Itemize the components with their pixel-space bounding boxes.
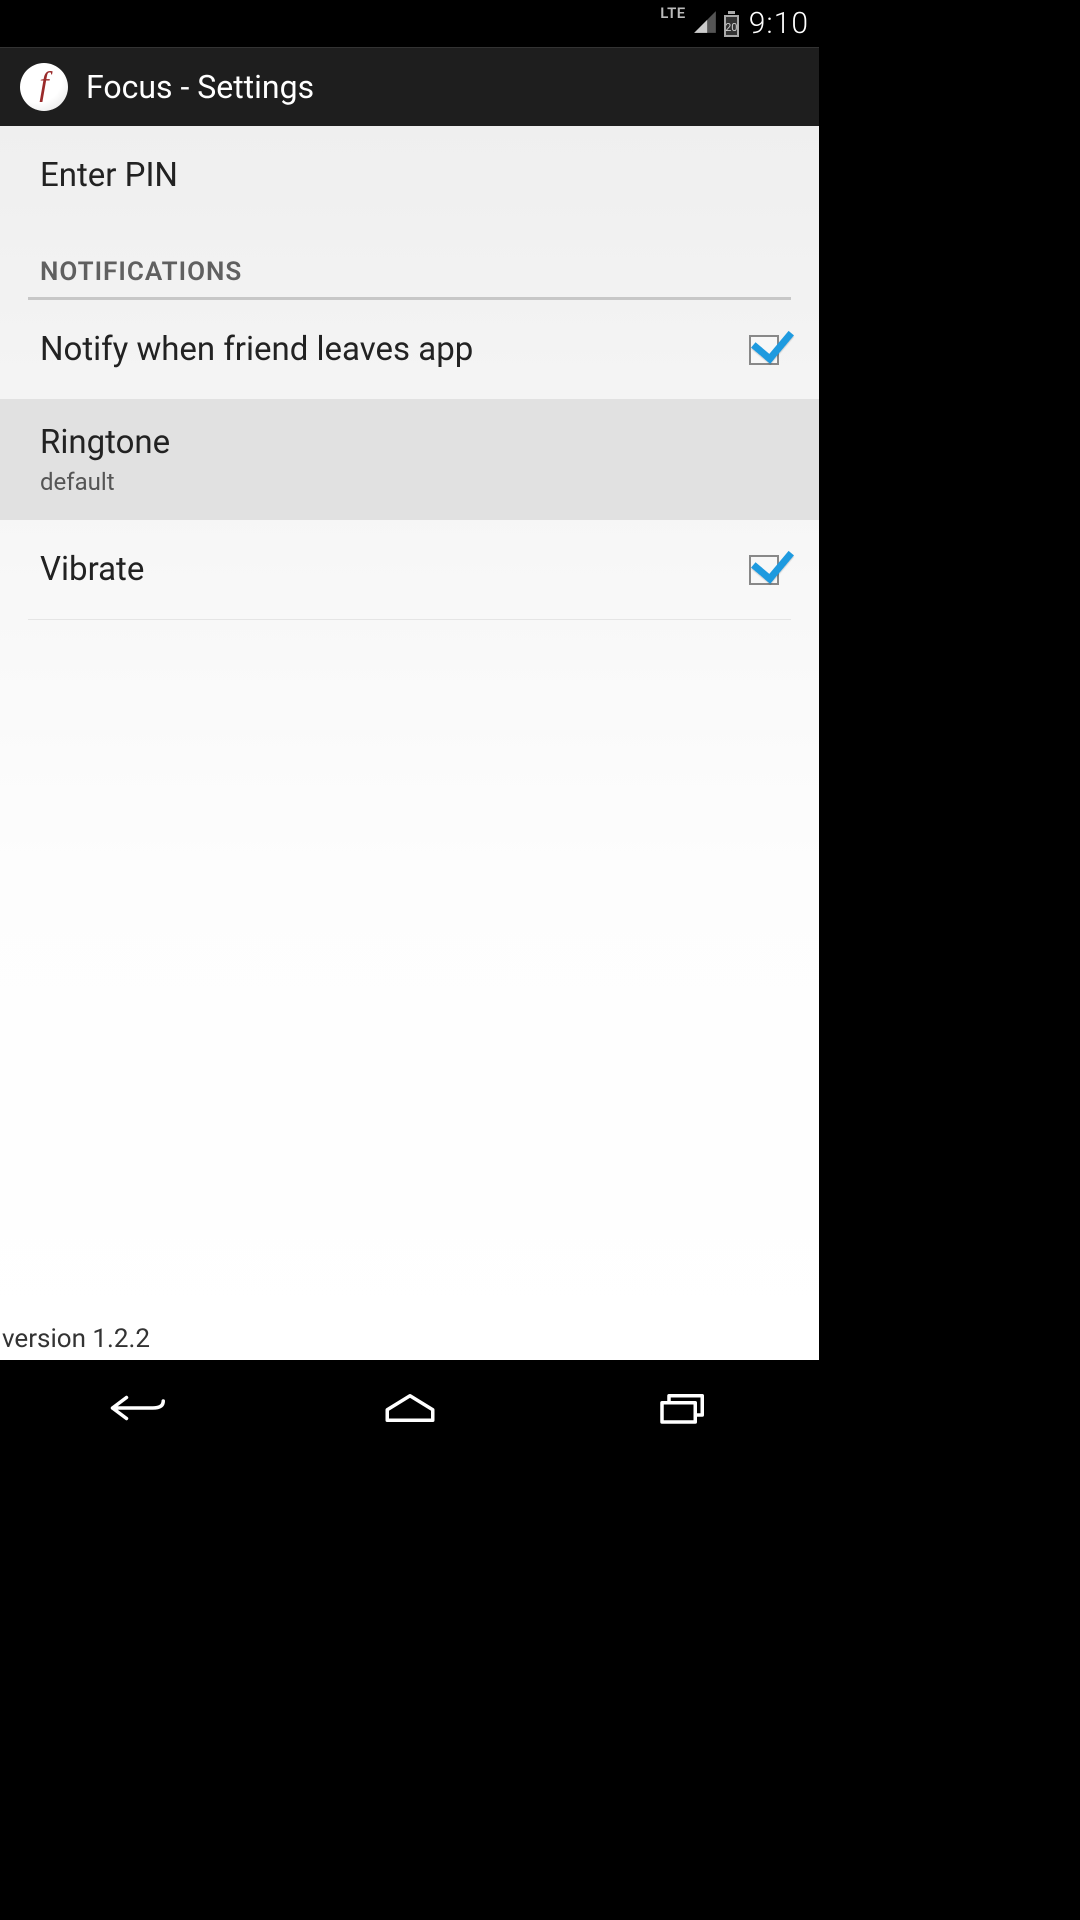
action-bar: f Focus - Settings xyxy=(0,47,819,126)
app-icon-letter: f xyxy=(39,68,48,102)
vibrate-row[interactable]: Vibrate xyxy=(0,520,819,619)
network-type-label: LTE xyxy=(660,4,686,22)
vibrate-label: Vibrate xyxy=(40,550,144,589)
notify-friend-leaves-row[interactable]: Notify when friend leaves app xyxy=(0,300,819,399)
divider xyxy=(28,619,791,620)
ringtone-value: default xyxy=(40,468,115,496)
battery-icon: 20 xyxy=(724,11,739,37)
vibrate-checkbox[interactable] xyxy=(749,555,779,585)
enter-pin-row[interactable]: Enter PIN xyxy=(0,126,819,225)
status-bar: LTE 20 9:10 xyxy=(0,0,819,47)
ringtone-row[interactable]: Ringtone default xyxy=(0,399,819,520)
notify-friend-leaves-label: Notify when friend leaves app xyxy=(40,330,473,369)
enter-pin-label: Enter PIN xyxy=(40,156,178,195)
section-header-notifications: NOTIFICATIONS xyxy=(0,225,819,297)
back-button[interactable] xyxy=(102,1383,172,1433)
page-title: Focus - Settings xyxy=(86,68,314,106)
recent-apps-button[interactable] xyxy=(648,1383,718,1433)
system-nav-bar xyxy=(0,1360,819,1456)
notify-friend-leaves-checkbox[interactable] xyxy=(749,335,779,365)
app-icon: f xyxy=(20,63,68,111)
version-label: version 1.2.2 xyxy=(2,1324,150,1354)
battery-percent-label: 20 xyxy=(725,21,738,34)
ringtone-label: Ringtone xyxy=(40,423,170,462)
clock-label: 9:10 xyxy=(749,6,809,41)
settings-content: Enter PIN NOTIFICATIONS Notify when frie… xyxy=(0,126,819,1360)
signal-icon xyxy=(692,9,718,39)
home-button[interactable] xyxy=(375,1383,445,1433)
